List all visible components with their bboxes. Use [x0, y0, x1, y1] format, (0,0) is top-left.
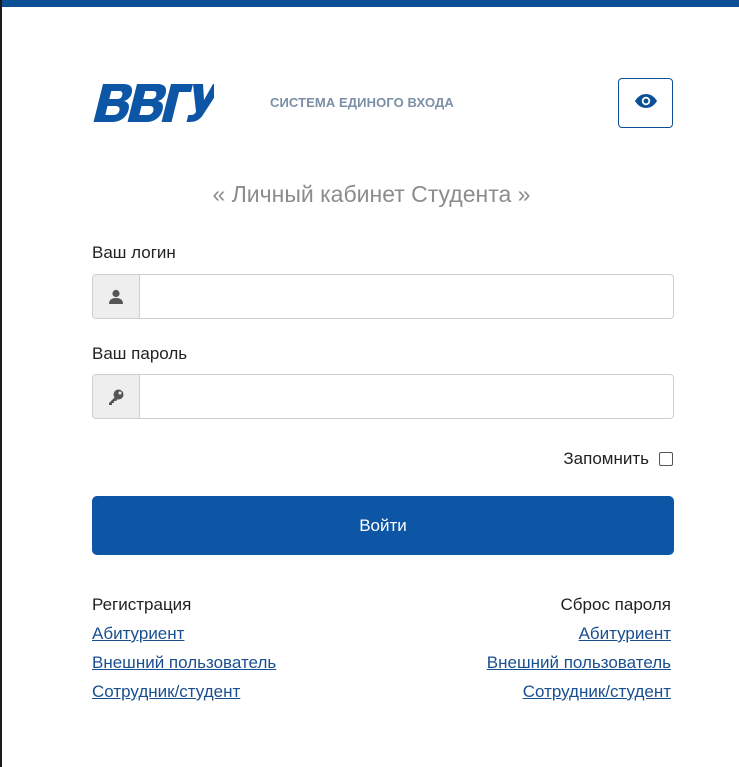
eye-icon: [634, 93, 657, 113]
password-input[interactable]: [140, 375, 673, 418]
password-input-group: [92, 374, 674, 419]
user-icon: [93, 275, 140, 318]
registration-heading: Регистрация: [92, 595, 192, 614]
register-applicant-link[interactable]: Абитуриент: [92, 619, 276, 648]
reset-password-heading: Сброс пароля: [560, 595, 671, 614]
login-input-group: [92, 274, 674, 319]
register-external-user-link[interactable]: Внешний пользователь: [92, 648, 276, 677]
reset-applicant-link[interactable]: Абитуриент: [487, 619, 671, 648]
remember-checkbox[interactable]: [659, 452, 673, 466]
page-title: « Личный кабинет Студента »: [212, 181, 531, 207]
registration-links: Регистрация Абитуриент Внешний пользоват…: [92, 590, 276, 706]
login-page: СИСТЕМА ЕДИНОГО ВХОДА « Личный кабинет С…: [0, 0, 739, 767]
reset-employee-student-link[interactable]: Сотрудник/студент: [487, 677, 671, 706]
login-label: Ваш логин: [92, 243, 176, 262]
vvgu-logo: [92, 80, 224, 126]
top-accent-bar: [2, 0, 739, 7]
reset-external-user-link[interactable]: Внешний пользователь: [487, 648, 671, 677]
login-button[interactable]: Войти: [92, 496, 674, 555]
key-icon: [93, 375, 140, 418]
reset-password-links: Сброс пароля Абитуриент Внешний пользова…: [487, 590, 671, 706]
remember-me[interactable]: Запомнить: [563, 449, 673, 469]
register-employee-student-link[interactable]: Сотрудник/студент: [92, 677, 276, 706]
password-label: Ваш пароль: [92, 344, 188, 363]
system-title: СИСТЕМА ЕДИНОГО ВХОДА: [270, 95, 454, 110]
remember-label: Запомнить: [563, 449, 649, 468]
accessibility-button[interactable]: [618, 78, 673, 128]
login-input[interactable]: [140, 275, 673, 318]
